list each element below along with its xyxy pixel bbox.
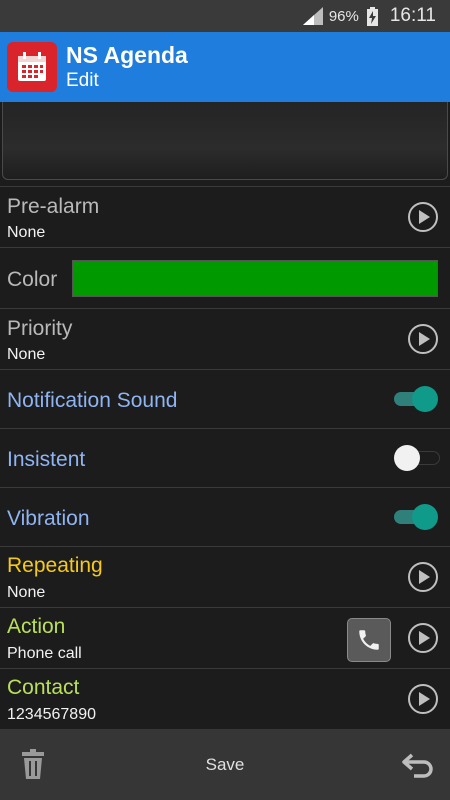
contact-label: Contact bbox=[7, 676, 80, 699]
repeating-play-icon[interactable] bbox=[408, 562, 438, 592]
insistent-label: Insistent bbox=[7, 448, 86, 471]
status-bar: 96% 16:11 bbox=[0, 0, 450, 32]
action-play-icon[interactable] bbox=[408, 623, 438, 653]
contact-row[interactable]: Contact 1234567890 bbox=[0, 668, 450, 729]
color-swatch[interactable] bbox=[72, 260, 438, 297]
description-field[interactable] bbox=[2, 102, 448, 180]
priority-play-icon[interactable] bbox=[408, 324, 438, 354]
color-row[interactable]: Color bbox=[0, 247, 450, 308]
priority-value: None bbox=[7, 346, 46, 363]
pre-alarm-label: Pre-alarm bbox=[7, 195, 100, 218]
notification-sound-label: Notification Sound bbox=[7, 389, 178, 412]
priority-row[interactable]: Priority None bbox=[0, 308, 450, 369]
save-button[interactable]: Save bbox=[0, 755, 450, 775]
battery-percent: 96% bbox=[328, 7, 359, 25]
battery-charging-icon bbox=[366, 6, 378, 26]
contact-play-icon[interactable] bbox=[408, 684, 438, 714]
vibration-label: Vibration bbox=[7, 507, 90, 530]
action-label: Action bbox=[7, 615, 66, 638]
action-row[interactable]: Action Phone call bbox=[0, 607, 450, 668]
insistent-row[interactable]: Insistent bbox=[0, 428, 450, 487]
insistent-toggle[interactable] bbox=[394, 445, 440, 471]
color-label: Color bbox=[7, 268, 58, 291]
repeating-value: None bbox=[7, 584, 46, 601]
phone-icon[interactable] bbox=[347, 618, 391, 662]
pre-alarm-row[interactable]: Pre-alarm None bbox=[0, 186, 450, 247]
clock: 16:11 bbox=[389, 5, 436, 26]
pre-alarm-play-icon[interactable] bbox=[408, 202, 438, 232]
notification-sound-toggle[interactable] bbox=[394, 386, 438, 412]
app-title: NS Agenda bbox=[66, 42, 188, 68]
notification-sound-row[interactable]: Notification Sound bbox=[0, 369, 450, 428]
repeating-label: Repeating bbox=[7, 554, 103, 577]
action-value: Phone call bbox=[7, 645, 82, 662]
app-bar: NS Agenda Edit bbox=[0, 32, 450, 102]
bottom-bar: Save bbox=[0, 729, 450, 800]
app-subtitle: Edit bbox=[66, 70, 99, 91]
vibration-row[interactable]: Vibration bbox=[0, 487, 450, 546]
signal-icon bbox=[302, 7, 323, 25]
pre-alarm-value: None bbox=[7, 224, 46, 241]
contact-value: 1234567890 bbox=[7, 706, 96, 723]
priority-label: Priority bbox=[7, 317, 73, 340]
vibration-toggle[interactable] bbox=[394, 504, 438, 530]
repeating-row[interactable]: Repeating None bbox=[0, 546, 450, 607]
calendar-icon[interactable] bbox=[7, 42, 57, 92]
undo-icon[interactable] bbox=[402, 752, 434, 778]
